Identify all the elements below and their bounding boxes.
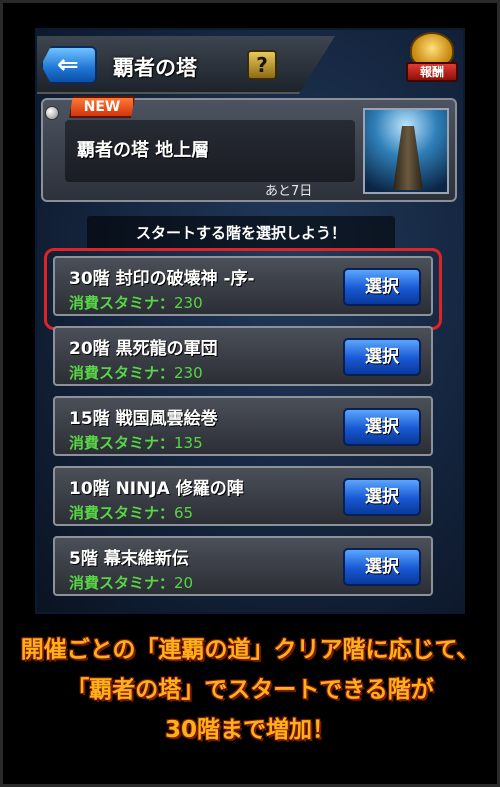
tower-info: 覇者の塔 地上層 xyxy=(65,120,355,182)
select-button[interactable]: 選択 xyxy=(343,408,421,446)
select-button[interactable]: 選択 xyxy=(343,478,421,516)
back-button[interactable]: ⇐ xyxy=(41,46,97,84)
select-button[interactable]: 選択 xyxy=(343,548,421,586)
instruction-banner: スタートする階を選択しよう！ xyxy=(87,216,395,250)
help-button[interactable]: ? xyxy=(247,50,277,80)
pin-icon xyxy=(45,106,59,120)
tower-name: 覇者の塔 地上層 xyxy=(77,140,210,161)
caption-line-2: 「覇者の塔」でスタートできる階が xyxy=(66,677,434,703)
game-screen: ⇐ 覇者の塔 ? 報酬 NEW 覇者の塔 地上層 あと7日 スタートする階を選択… xyxy=(35,28,465,614)
stamina-cost: 消費スタミナ：230 xyxy=(69,362,203,383)
page-title: 覇者の塔 xyxy=(113,56,197,80)
floor-title: 15階 戦国風雲絵巻 xyxy=(69,409,218,429)
reward-button[interactable]: 報酬 xyxy=(404,32,460,88)
floor-row-30[interactable]: 30階 封印の破壊神 -序- 消費スタミナ：230 選択 xyxy=(53,256,433,316)
days-left: あと7日 xyxy=(265,184,313,199)
reward-label: 報酬 xyxy=(406,62,458,82)
stamina-cost: 消費スタミナ：20 xyxy=(69,572,193,593)
floor-row-5[interactable]: 5階 幕末維新伝 消費スタミナ：20 選択 xyxy=(53,536,433,596)
stamina-value: 230 xyxy=(174,364,203,382)
floor-title: 5階 幕末維新伝 xyxy=(69,549,189,569)
stamina-value: 135 xyxy=(174,434,203,452)
floor-title: 20階 黒死龍の軍団 xyxy=(69,339,218,359)
stamina-label: 消費スタミナ： xyxy=(69,294,175,312)
stamina-label: 消費スタミナ： xyxy=(69,504,175,522)
stamina-cost: 消費スタミナ：135 xyxy=(69,432,203,453)
floor-row-20[interactable]: 20階 黒死龍の軍団 消費スタミナ：230 選択 xyxy=(53,326,433,386)
stamina-label: 消費スタミナ： xyxy=(69,434,175,452)
tower-card[interactable]: NEW 覇者の塔 地上層 あと7日 xyxy=(41,96,457,202)
back-arrow-icon: ⇐ xyxy=(57,50,79,80)
promo-caption: 開催ごとの「連覇の道」クリア階に応じて、 「覇者の塔」でスタートできる階が 30… xyxy=(0,630,500,750)
header-bar: ⇐ 覇者の塔 ? xyxy=(37,36,335,94)
stamina-value: 65 xyxy=(174,504,194,522)
stamina-value: 20 xyxy=(174,574,194,592)
floor-row-10[interactable]: 10階 NINJA 修羅の陣 消費スタミナ：65 選択 xyxy=(53,466,433,526)
select-button[interactable]: 選択 xyxy=(343,268,421,306)
tower-icon xyxy=(393,126,423,190)
tower-thumbnail xyxy=(363,108,449,194)
stamina-cost: 消費スタミナ：65 xyxy=(69,502,193,523)
stamina-cost: 消費スタミナ：230 xyxy=(69,292,203,313)
caption-line-1: 開催ごとの「連覇の道」クリア階に応じて、 xyxy=(20,637,480,663)
floor-title: 30階 封印の破壊神 -序- xyxy=(69,269,255,289)
floor-title: 10階 NINJA 修羅の陣 xyxy=(69,479,244,499)
floor-row-15[interactable]: 15階 戦国風雲絵巻 消費スタミナ：135 選択 xyxy=(53,396,433,456)
stamina-label: 消費スタミナ： xyxy=(69,574,175,592)
new-badge: NEW xyxy=(69,96,135,118)
stamina-value: 230 xyxy=(174,294,203,312)
caption-line-3: 30階まで増加！ xyxy=(164,717,335,743)
select-button[interactable]: 選択 xyxy=(343,338,421,376)
stamina-label: 消費スタミナ： xyxy=(69,364,175,382)
